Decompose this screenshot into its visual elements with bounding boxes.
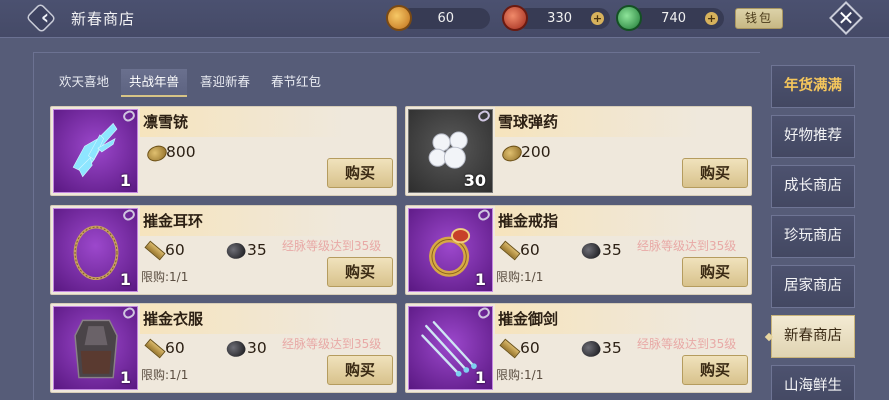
shop-item-card: 1 摧金耳环 60 35 经脉等级达到35级 限购:1/1 购买	[50, 205, 397, 295]
gold-bar-icon	[144, 338, 166, 359]
purchase-limit: 限购:1/1	[496, 270, 544, 284]
buy-button[interactable]: 购买	[682, 257, 748, 287]
resource-value: 60	[437, 11, 454, 26]
resource-jade: 740 +	[616, 5, 724, 31]
plus-icon[interactable]: +	[591, 12, 604, 25]
buy-button[interactable]: 购买	[682, 158, 748, 188]
black-ore-icon	[224, 337, 248, 361]
shop-item-card: 1 摧金戒指 60 35 经脉等级达到35级 限购:1/1 购买	[405, 205, 752, 295]
black-ore-icon	[579, 337, 603, 361]
item-thumbnail[interactable]: 1	[408, 207, 493, 292]
purchase-limit: 限购:1/1	[496, 368, 544, 382]
item-quantity: 1	[474, 368, 486, 387]
top-bar: ‹ 新春商店 60 330 + 740 + 钱包 ✕	[0, 0, 889, 38]
tab-chunjiehongbao[interactable]: 春节红包	[262, 69, 330, 97]
item-cost: 30	[247, 339, 267, 357]
item-cost: 35	[247, 241, 267, 259]
item-cost: 60	[165, 241, 185, 259]
sidebar-item-nianhuomanman[interactable]: 年货满满	[771, 65, 855, 108]
item-name: 摧金御剑	[495, 304, 751, 334]
black-ore-icon	[579, 239, 603, 263]
black-ore-icon	[224, 239, 248, 263]
resource-red-lantern: 330 +	[502, 5, 610, 31]
item-name: 凛雪铳	[140, 107, 396, 137]
item-quantity: 1	[119, 270, 131, 289]
buy-button[interactable]: 购买	[327, 355, 393, 385]
requirement-text: 经脉等级达到35级	[282, 337, 382, 351]
tab-gongzhannianshou[interactable]: 共战年兽	[121, 69, 187, 97]
sidebar-item-chengzhangshangdian[interactable]: 成长商店	[771, 165, 855, 208]
sidebar-item-jujiashangdian[interactable]: 居家商店	[771, 265, 855, 308]
item-quantity: 1	[119, 171, 131, 190]
gold-bar-icon	[144, 240, 166, 261]
tab-xiyingxinchun[interactable]: 喜迎新春	[191, 69, 259, 97]
resource-firecracker: 60	[386, 5, 490, 31]
item-quantity: 1	[474, 270, 486, 289]
chevron-left-icon[interactable]: ‹	[34, 5, 56, 29]
requirement-text: 经脉等级达到35级	[637, 337, 737, 351]
shop-item-card: 30 雪球弹药 200 购买	[405, 106, 752, 196]
item-thumbnail[interactable]: 1	[408, 305, 493, 390]
shop-item-card: 1 摧金衣服 60 30 经脉等级达到35级 限购:1/1 购买	[50, 303, 397, 393]
shop-item-card: 1 摧金御剑 60 35 经脉等级达到35级 限购:1/1 购买	[405, 303, 752, 393]
item-quantity: 30	[463, 171, 486, 190]
item-name: 摧金衣服	[140, 304, 396, 334]
item-cost: 35	[602, 241, 622, 259]
close-button[interactable]: ✕	[828, 1, 864, 35]
item-name: 摧金戒指	[495, 206, 751, 236]
item-thumbnail[interactable]: 1	[53, 207, 138, 292]
requirement-text: 经脉等级达到35级	[637, 239, 737, 253]
purchase-limit: 限购:1/1	[141, 270, 189, 284]
sidebar-item-haowutuijian[interactable]: 好物推荐	[771, 115, 855, 158]
item-cost: 60	[520, 241, 540, 259]
item-quantity: 1	[119, 368, 131, 387]
item-name: 摧金耳环	[140, 206, 396, 236]
sidebar-item-shanhaixiansheng[interactable]: 山海鲜生	[771, 365, 855, 400]
purchase-limit: 限购:1/1	[141, 368, 189, 382]
item-cost: 800	[166, 143, 196, 161]
tab-huantianxidi[interactable]: 欢天喜地	[50, 69, 118, 97]
page-title: 新春商店	[71, 10, 136, 28]
item-thumbnail[interactable]: 30	[408, 108, 493, 193]
wallet-button[interactable]: 钱包	[735, 8, 783, 29]
plus-icon[interactable]: +	[705, 12, 718, 25]
buy-button[interactable]: 购买	[682, 355, 748, 385]
requirement-text: 经脉等级达到35级	[282, 239, 382, 253]
item-cost: 35	[602, 339, 622, 357]
buy-button[interactable]: 购买	[327, 257, 393, 287]
item-cost: 60	[520, 339, 540, 357]
item-name: 雪球弹药	[495, 107, 751, 137]
item-thumbnail[interactable]: 1	[53, 305, 138, 390]
sidebar-item-zhenwanshangdian[interactable]: 珍玩商店	[771, 215, 855, 258]
resource-value: 330	[547, 11, 572, 26]
item-cost: 200	[521, 143, 551, 161]
item-thumbnail[interactable]: 1	[53, 108, 138, 193]
gold-bar-icon	[499, 338, 521, 359]
close-icon[interactable]: ✕	[828, 6, 864, 30]
resource-value: 740	[661, 11, 686, 26]
gold-bar-icon	[499, 240, 521, 261]
sidebar-item-xinchunshangdian[interactable]: 新春商店	[771, 315, 855, 358]
item-cost: 60	[165, 339, 185, 357]
buy-button[interactable]: 购买	[327, 158, 393, 188]
shop-item-card: 1 凛雪铳 800 购买	[50, 106, 397, 196]
